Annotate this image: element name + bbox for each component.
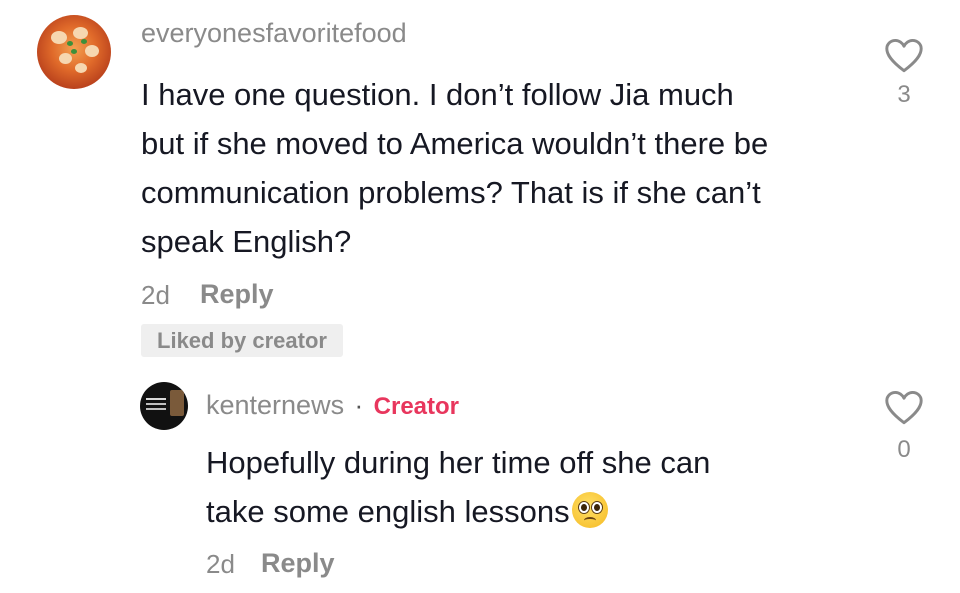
reply-text: Hopefully during her time off she can ta…: [206, 438, 710, 536]
reply-timestamp: 2d: [206, 549, 235, 579]
comment-text: I have one question. I don’t follow Jia …: [141, 70, 768, 266]
comment-text-line: communication problems? That is if she c…: [141, 175, 761, 210]
liked-by-creator-badge: Liked by creator: [141, 324, 343, 357]
comment-username[interactable]: everyonesfavoritefood: [141, 18, 407, 49]
comment-text-line: I have one question. I don’t follow Jia …: [141, 77, 734, 112]
separator-dot: ·: [354, 390, 364, 420]
reply-reply-button[interactable]: Reply: [261, 548, 335, 579]
comment-reply-button[interactable]: Reply: [200, 279, 274, 310]
comment-like-count: 3: [897, 81, 911, 108]
comment-timestamp: 2d: [141, 280, 170, 310]
creator-label: Creator: [373, 393, 460, 420]
comment-text-line: but if she moved to America wouldn’t the…: [141, 126, 769, 161]
heart-icon: [885, 390, 923, 425]
pleading-face-emoji-icon: [571, 492, 608, 528]
reply-header: kenternews · Creator: [206, 390, 459, 421]
comment-like-button[interactable]: [883, 38, 925, 79]
reply-avatar[interactable]: [140, 382, 188, 430]
avatar[interactable]: [37, 15, 111, 89]
heart-icon: [885, 38, 923, 73]
reply-text-line: Hopefully during her time off she can: [206, 445, 711, 480]
reply-text-line: take some english lessons: [206, 487, 710, 536]
comment-text-line: speak English?: [141, 224, 352, 259]
reply-like-count: 0: [897, 436, 911, 463]
reply-username[interactable]: kenternews: [206, 390, 344, 420]
reply-like-button[interactable]: [883, 390, 925, 431]
